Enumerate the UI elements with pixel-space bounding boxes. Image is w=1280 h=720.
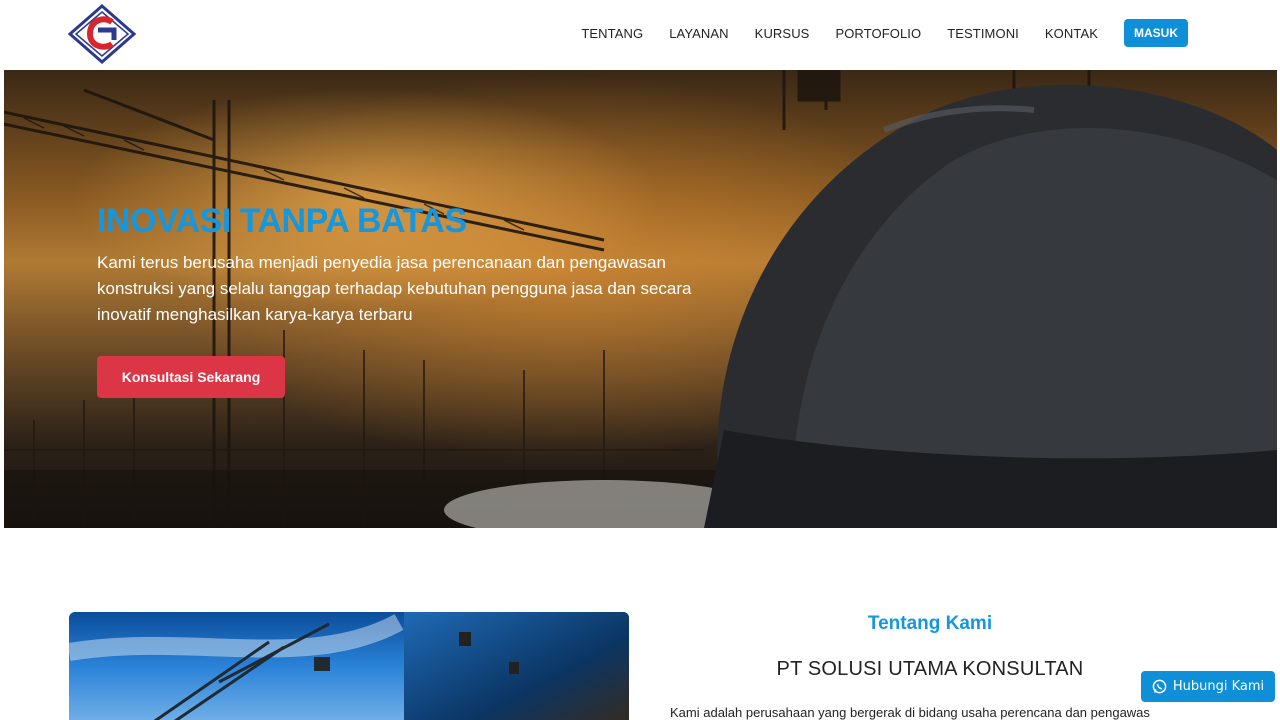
about-section-label: Tentang Kami — [867, 613, 993, 634]
company-name: PT SOLUSI UTAMA KONSULTAN — [776, 658, 1084, 680]
nav-kontak[interactable]: KONTAK — [1045, 26, 1098, 41]
nav-layanan[interactable]: LAYANAN — [669, 26, 728, 41]
nav-portofolio[interactable]: PORTOFOLIO — [835, 26, 921, 41]
consult-now-button[interactable]: Konsultasi Sekarang — [97, 356, 285, 398]
hero-description: Kami terus berusaha menjadi penyedia jas… — [97, 253, 692, 324]
whatsapp-icon — [1152, 679, 1167, 694]
company-logo[interactable] — [67, 4, 137, 64]
whatsapp-label: Hubungi Kami — [1172, 679, 1265, 694]
whatsapp-contact-button[interactable]: Hubungi Kami — [1141, 671, 1275, 702]
hero-banner: INOVASI TANPA BATAS Kami terus berusaha … — [4, 70, 1277, 528]
site-header: TENTANG LAYANAN KURSUS PORTOFOLIO TESTIM… — [0, 0, 1280, 70]
hero-title: INOVASI TANPA BATAS — [97, 202, 467, 240]
about-image — [69, 612, 629, 720]
nav-testimoni[interactable]: TESTIMONI — [947, 26, 1019, 41]
about-description: Kami adalah perusahaan yang bergerak di … — [670, 705, 1150, 720]
login-button[interactable]: MASUK — [1124, 19, 1188, 47]
nav-kursus[interactable]: KURSUS — [755, 26, 810, 41]
nav-tentang[interactable]: TENTANG — [581, 26, 643, 41]
main-nav: TENTANG LAYANAN KURSUS PORTOFOLIO TESTIM… — [581, 18, 1188, 48]
